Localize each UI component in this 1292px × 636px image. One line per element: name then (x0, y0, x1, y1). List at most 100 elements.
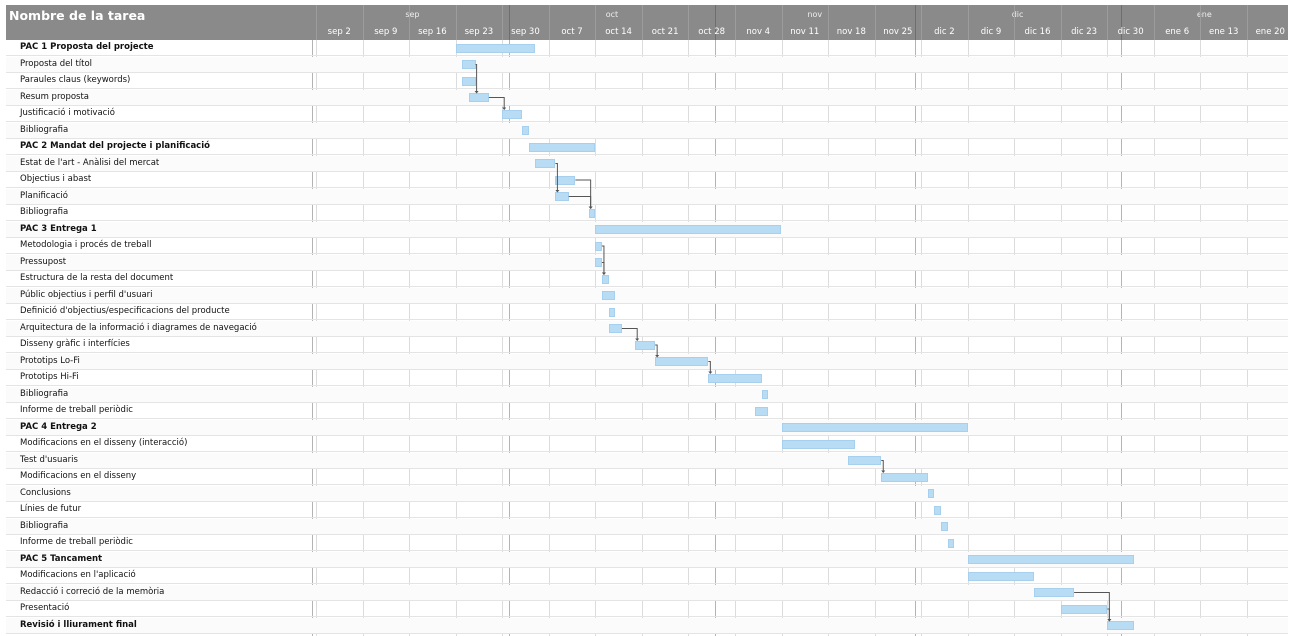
task-row[interactable]: Informe de treball periòdic (6, 535, 1288, 551)
week-label: oct 21 (651, 27, 679, 37)
task-bar[interactable] (761, 390, 769, 399)
task-row[interactable]: Estructura de la resta del document (6, 271, 1288, 287)
task-bar[interactable] (555, 175, 576, 185)
task-bar[interactable] (502, 109, 523, 119)
summary-bar[interactable] (528, 142, 596, 152)
task-row[interactable]: Línies de futur (6, 502, 1288, 518)
task-bar[interactable] (781, 439, 855, 449)
task-name: Bibliografia (20, 207, 69, 217)
summary-bar[interactable] (1107, 621, 1134, 630)
task-bar[interactable] (927, 489, 935, 498)
task-bar[interactable] (608, 324, 622, 333)
task-bar[interactable] (522, 126, 529, 135)
task-name: Definició d'objectius/especificacions de… (20, 306, 230, 316)
task-row[interactable]: Planificació (6, 188, 1288, 205)
task-row[interactable]: Conclusions (6, 485, 1288, 502)
task-bar[interactable] (595, 258, 602, 267)
task-row[interactable]: Resum proposta (6, 89, 1288, 106)
task-row[interactable]: Bibliografia (6, 386, 1288, 403)
task-bar[interactable] (601, 274, 609, 284)
task-name: Justificació i motivació (20, 108, 115, 118)
task-row[interactable]: Pressupost (6, 254, 1288, 271)
task-name: Objectius i abast (20, 174, 92, 184)
task-name: Planificació (20, 190, 68, 201)
task-bar[interactable] (881, 472, 928, 482)
task-row[interactable]: Modificacions en el disseny (interacció) (6, 436, 1288, 452)
task-row[interactable]: Redacció i correció de la memòria (6, 584, 1288, 601)
task-row[interactable]: Metodologia i procés de treball (6, 238, 1288, 254)
week-label: ene 6 (1165, 27, 1190, 37)
task-name: Informe de treball periòdic (20, 537, 133, 547)
task-name: Disseny gràfic i interfícies (20, 339, 130, 349)
task-bar[interactable] (608, 307, 616, 317)
task-row[interactable]: Arquitectura de la informació i diagrame… (6, 320, 1288, 337)
task-bar[interactable] (947, 538, 955, 548)
task-name: Presentació (20, 603, 70, 613)
week-label: sep 30 (511, 27, 540, 37)
task-bar[interactable] (535, 159, 556, 168)
task-row[interactable]: Proposta del títol (6, 56, 1288, 73)
task-name: Prototips Lo-Fi (20, 355, 80, 366)
week-label: oct 14 (605, 27, 632, 37)
week-label: sep 23 (464, 27, 494, 37)
task-name: PAC 4 Entrega 2 (20, 421, 97, 432)
task-row[interactable]: Prototips Hi-Fi (6, 370, 1288, 386)
task-row[interactable]: Test d'usuaris (6, 452, 1288, 469)
week-separator (1014, 5, 1016, 40)
task-bar[interactable] (595, 241, 602, 251)
task-row[interactable]: Públic objectius i perfil d'usuari (6, 287, 1288, 304)
task-row[interactable]: Objectius i abast (6, 172, 1288, 188)
task-bar[interactable] (468, 93, 489, 102)
task-row[interactable]: Modificacions en l'aplicació (6, 568, 1288, 584)
task-bar[interactable] (555, 192, 569, 201)
task-bar[interactable] (462, 60, 476, 69)
week-label: dic 2 (934, 27, 955, 37)
week-separator (316, 5, 317, 40)
task-bar[interactable] (588, 208, 596, 218)
task-bar[interactable] (754, 406, 769, 416)
task-row[interactable]: PAC 2 Mandat del projecte i planificació (6, 139, 1288, 155)
task-bar[interactable] (848, 456, 882, 465)
week-separator (502, 5, 504, 40)
task-row[interactable]: PAC 4 Entrega 2 (6, 419, 1288, 436)
summary-bar[interactable] (781, 423, 968, 432)
task-row[interactable]: Paraules claus (keywords) (6, 73, 1288, 89)
summary-bar[interactable] (595, 225, 782, 234)
task-row[interactable]: Informe de treball periòdic (6, 403, 1288, 419)
task-row[interactable]: Bibliografia (6, 122, 1288, 139)
task-bar[interactable] (1034, 588, 1075, 597)
task-row[interactable]: Bibliografia (6, 518, 1288, 535)
task-column-header[interactable]: Nombre de la tarea (9, 8, 145, 23)
task-bar[interactable] (601, 291, 616, 300)
task-row[interactable]: Modificacions en el disseny (6, 469, 1288, 485)
task-name: PAC 3 Entrega 1 (20, 223, 97, 234)
task-bar[interactable] (934, 505, 942, 515)
task-name: Modificacions en l'aplicació (20, 570, 136, 580)
task-row[interactable]: Revisió i lliurament final (6, 617, 1288, 634)
summary-bar[interactable] (967, 555, 1134, 564)
task-row[interactable]: Definició d'objectius/especificacions de… (6, 304, 1288, 320)
month-label: sep (405, 10, 420, 19)
task-bar[interactable] (1060, 604, 1108, 614)
week-separator (921, 5, 923, 40)
task-name: Estat de l'art - Anàlisi del mercat (20, 157, 160, 168)
summary-bar[interactable] (455, 43, 536, 53)
task-bar[interactable] (655, 357, 709, 366)
task-name: PAC 5 Tancament (20, 553, 103, 564)
task-row[interactable]: PAC 1 Proposta del projecte (6, 40, 1288, 56)
week-label: nov 25 (883, 27, 913, 37)
task-row[interactable]: Estat de l'art - Anàlisi del mercat (6, 155, 1288, 172)
task-row[interactable]: Justificació i motivació (6, 106, 1288, 122)
week-separator (1247, 5, 1248, 40)
task-bar[interactable] (708, 373, 762, 383)
task-bar[interactable] (941, 522, 948, 531)
task-bar[interactable] (635, 340, 656, 350)
week-label: dic 30 (1117, 27, 1144, 37)
task-name: Proposta del títol (20, 58, 93, 69)
timeline-header: Nombre de la tarea sep oct nov dic ene sep 2s… (6, 5, 1288, 40)
task-row[interactable]: Prototips Lo-Fi (6, 353, 1288, 370)
task-name: PAC 2 Mandat del projecte i planificació (20, 141, 210, 151)
task-bar[interactable] (967, 571, 1035, 581)
task-row[interactable]: Bibliografia (6, 205, 1288, 221)
task-bar[interactable] (462, 76, 476, 86)
